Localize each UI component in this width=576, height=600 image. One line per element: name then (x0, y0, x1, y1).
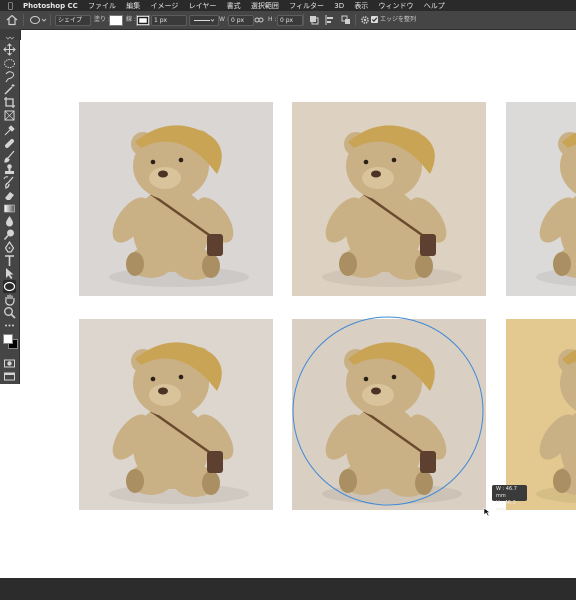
app-menu[interactable]: Photoshop CC (23, 1, 78, 11)
ellipse-tool-icon[interactable] (3, 280, 16, 293)
width-field[interactable]: 0 px (228, 15, 254, 26)
path-arrangement-icon[interactable] (341, 14, 351, 26)
width-value: 0 px (231, 17, 245, 24)
dodge-icon[interactable] (3, 228, 16, 241)
brush-icon[interactable] (3, 150, 16, 163)
frame-icon[interactable] (3, 109, 16, 122)
menu-file[interactable]: ファイル (88, 1, 116, 11)
teddy-bear-photo (79, 102, 273, 296)
eraser-icon[interactable] (3, 189, 16, 202)
menu-select[interactable]: 選択範囲 (251, 1, 279, 11)
zoom-icon[interactable] (3, 306, 16, 319)
mode-value: シェイプ (58, 17, 83, 24)
healing-brush-icon[interactable] (3, 137, 16, 150)
bottom-dock-bar (0, 578, 576, 600)
height-label: H : (268, 16, 277, 23)
tools-panel (0, 40, 20, 384)
stroke-width-field[interactable]: 1 px (151, 15, 187, 26)
mouse-cursor-icon (483, 507, 491, 517)
type-icon[interactable] (3, 254, 16, 267)
stroke-label: 線 : (126, 16, 136, 23)
quick-mask-icon[interactable] (3, 357, 16, 370)
gear-icon[interactable] (360, 15, 370, 25)
hand-icon[interactable] (3, 293, 16, 306)
path-operations-icon[interactable] (309, 14, 319, 26)
crop-icon[interactable] (3, 96, 16, 109)
toolbar-header[interactable] (0, 29, 21, 40)
stamp-icon[interactable] (3, 163, 16, 176)
menu-3d[interactable]: 3D (334, 1, 344, 11)
color-swatches[interactable] (3, 334, 18, 349)
path-alignment-icon[interactable] (325, 14, 335, 26)
stroke-width-value: 1 px (154, 17, 168, 24)
menu-edit[interactable]: 編集 (126, 1, 140, 11)
marquee-ellipse-icon[interactable] (3, 57, 16, 70)
lasso-icon[interactable] (3, 70, 16, 83)
photo-thumbnail (506, 319, 576, 510)
menu-image[interactable]: イメージ (151, 1, 179, 11)
align-edges-checkbox[interactable] (371, 16, 378, 23)
ellipse-shape-path[interactable] (292, 316, 486, 510)
divider (355, 14, 356, 26)
height-value: 0 px (280, 17, 294, 24)
menu-window[interactable]: ウィンドウ (379, 1, 414, 11)
link-icon[interactable] (254, 15, 264, 25)
photo-thumbnail (292, 102, 486, 296)
screen-mode-icon[interactable] (3, 370, 16, 383)
menu-layer[interactable]: レイヤー (189, 1, 217, 11)
menu-type[interactable]: 書式 (227, 1, 241, 11)
pen-icon[interactable] (3, 241, 16, 254)
menu-filter[interactable]: フィルター (289, 1, 324, 11)
photo-thumbnail (79, 102, 273, 296)
mode-select[interactable]: シェイプ (55, 15, 91, 26)
menu-bar:  Photoshop CC ファイル 編集 イメージ レイヤー 書式 選択範囲… (0, 0, 576, 11)
fill-label: 塗り : (94, 16, 110, 23)
more-tools-icon[interactable] (3, 319, 16, 332)
stroke-swatch[interactable] (136, 15, 150, 26)
magic-wand-icon[interactable] (3, 83, 16, 96)
foreground-color-swatch[interactable] (3, 334, 13, 344)
height-field[interactable]: 0 px (277, 15, 303, 26)
divider (23, 14, 24, 26)
tooltip-width: W : 46.7 mm (496, 486, 517, 499)
teddy-bear-photo (292, 102, 486, 296)
fill-swatch[interactable] (109, 15, 123, 26)
divider (303, 14, 304, 26)
apple-icon[interactable]:  (8, 0, 13, 11)
photo-thumbnail (79, 319, 273, 510)
teddy-bear-photo (506, 102, 576, 296)
photo-thumbnail (506, 102, 576, 296)
path-selection-icon[interactable] (3, 267, 16, 280)
teddy-bear-photo (79, 319, 273, 510)
options-bar: シェイプ 塗り : 線 : 1 px W : 0 px H : 0 px エッジ… (0, 11, 576, 30)
align-edges-label: エッジを整列 (380, 16, 417, 23)
home-icon[interactable] (6, 14, 18, 26)
eyedropper-icon[interactable] (3, 124, 16, 137)
dimensions-tooltip: W : 46.7 mm H : 46.2 mm (492, 485, 527, 513)
stroke-type-select[interactable] (189, 15, 219, 26)
move-icon[interactable] (3, 43, 16, 56)
gradient-icon[interactable] (3, 202, 16, 215)
menu-view[interactable]: 表示 (354, 1, 368, 11)
history-brush-icon[interactable] (3, 176, 16, 189)
teddy-bear-photo (506, 319, 576, 510)
blur-icon[interactable] (3, 215, 16, 228)
tooltip-height: H : 46.2 mm (496, 500, 516, 513)
divider (50, 14, 51, 26)
tool-preset-picker[interactable] (28, 14, 48, 26)
menu-help[interactable]: ヘルプ (424, 1, 445, 11)
